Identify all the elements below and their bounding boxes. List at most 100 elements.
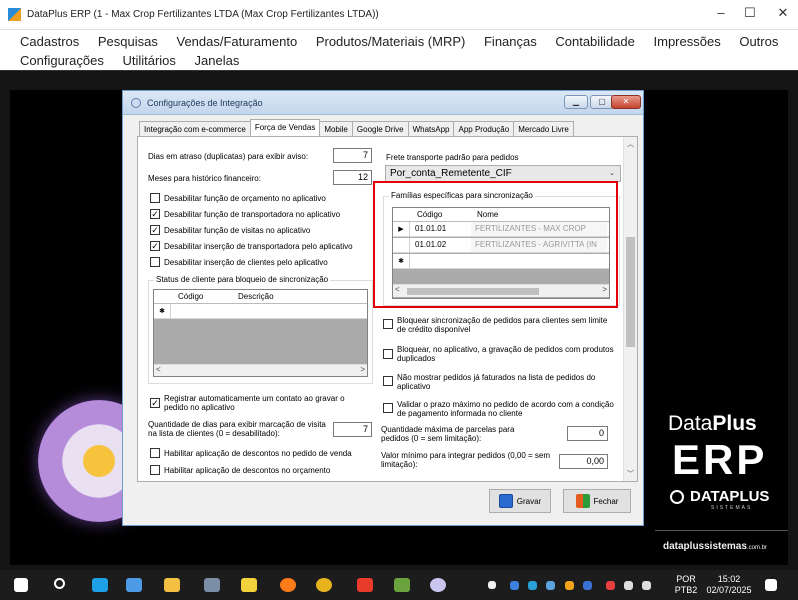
- chk-validar-prazo-label: Validar o prazo máximo no pedido de acor…: [397, 400, 614, 418]
- dialog-minimize-button[interactable]: ▁: [564, 95, 588, 109]
- volume-icon[interactable]: [642, 581, 651, 590]
- tab-ecommerce[interactable]: Integração com e-commerce: [139, 121, 251, 136]
- chk-nao-mostrar-faturados[interactable]: [383, 376, 393, 386]
- tab-forca-de-vendas[interactable]: Força de Vendas: [249, 119, 321, 136]
- highlight-box: [373, 181, 618, 308]
- search-icon[interactable]: [54, 578, 65, 589]
- close-button[interactable]: ✕: [768, 5, 798, 21]
- main-menu: Cadastros Pesquisas Vendas/Faturamento P…: [0, 30, 798, 70]
- chk-desabilitar-insercao-clientes-label: Desabilitar inserção de clientes pelo ap…: [164, 258, 328, 267]
- menu-financas[interactable]: Finanças: [484, 34, 537, 49]
- status-grid-hscroll[interactable]: < >: [154, 364, 367, 376]
- menu-contabilidade[interactable]: Contabilidade: [555, 34, 635, 49]
- status-grid-header: Código Descrição: [154, 290, 367, 304]
- status-cliente-group: Status de cliente para bloqueio de sincr…: [148, 275, 373, 384]
- chk-desabilitar-insercao-transportadora[interactable]: ✓: [150, 241, 160, 251]
- integration-settings-dialog: Configurações de Integração ▁ ▢ ✕ Integr…: [122, 90, 644, 526]
- dias-atraso-label: Dias em atraso (duplicatas) para exibir …: [148, 152, 309, 161]
- chk-bloquear-sem-credito[interactable]: [383, 319, 393, 329]
- edge-browser-icon[interactable]: [92, 578, 108, 592]
- meses-historico-input[interactable]: 12: [333, 170, 372, 185]
- floppy-disk-icon: [498, 494, 513, 508]
- maximize-button[interactable]: ☐: [735, 5, 765, 21]
- brand-company-sub: SISTEMAS: [711, 505, 753, 511]
- network-app-icon[interactable]: [204, 578, 220, 592]
- dialog-titlebar: Configurações de Integração ▁ ▢ ✕: [123, 91, 643, 115]
- app-titlebar: DataPlus ERP (1 - Max Crop Fertilizantes…: [0, 0, 798, 30]
- chk-desabilitar-insercao-clientes[interactable]: [150, 257, 160, 267]
- chk-desconto-orcamento[interactable]: [150, 465, 160, 475]
- close-dialog-button[interactable]: Fechar: [563, 489, 631, 513]
- chk-desabilitar-transportadora[interactable]: ✓: [150, 209, 160, 219]
- chk-bloquear-duplicados[interactable]: [383, 349, 393, 359]
- clock[interactable]: 15:02 02/07/2025: [705, 574, 753, 596]
- chk-registrar-contato-label: Registrar automaticamente um contato ao …: [164, 394, 345, 412]
- chk-desabilitar-transportadora-label: Desabilitar função de transportadora no …: [164, 210, 341, 219]
- qtd-dias-visita-input[interactable]: 7: [333, 422, 372, 437]
- status-header-descricao: Descrição: [238, 292, 274, 301]
- menu-vendas-faturamento[interactable]: Vendas/Faturamento: [176, 34, 297, 49]
- menu-impressoes[interactable]: Impressões: [654, 34, 721, 49]
- brand-company: DATAPLUS: [670, 488, 769, 505]
- input-language[interactable]: POR PTB2: [673, 574, 699, 596]
- tab-whatsapp[interactable]: WhatsApp: [407, 121, 455, 136]
- tab-mercado-livre[interactable]: Mercado Livre: [513, 121, 574, 136]
- status-cliente-group-title: Status de cliente para bloqueio de sincr…: [154, 275, 331, 284]
- chk-desabilitar-visitas-label: Desabilitar função de visitas no aplicat…: [164, 226, 311, 235]
- tab-app-producao[interactable]: App Produção: [453, 121, 515, 136]
- tray-icon[interactable]: [565, 581, 574, 590]
- app2-taskbar-icon[interactable]: [394, 578, 410, 592]
- notification-icon[interactable]: [765, 579, 777, 591]
- file-explorer-icon[interactable]: [164, 578, 180, 592]
- chk-validar-prazo[interactable]: [383, 403, 393, 413]
- tray-icon[interactable]: [488, 581, 496, 589]
- chk-desabilitar-visitas[interactable]: ✓: [150, 225, 160, 235]
- chrome-icon[interactable]: [316, 578, 332, 592]
- chk-desabilitar-orcamento[interactable]: [150, 193, 160, 203]
- chk-desabilitar-insercao-transportadora-label: Desabilitar inserção de transportadora p…: [164, 242, 353, 251]
- tray-icon[interactable]: [606, 581, 615, 590]
- chk-desconto-pedido[interactable]: [150, 448, 160, 458]
- tab-bar: Integração com e-commerce Força de Venda…: [139, 119, 574, 137]
- menu-outros[interactable]: Outros: [739, 34, 778, 49]
- app3-taskbar-icon[interactable]: [430, 578, 446, 592]
- tray-icon[interactable]: [546, 581, 555, 590]
- chk-desconto-pedido-label: Habilitar aplicação de descontos no pedi…: [164, 449, 352, 458]
- firefox-icon[interactable]: [280, 578, 296, 592]
- minimize-button[interactable]: –: [706, 5, 736, 20]
- tab-mobile[interactable]: Mobile: [319, 121, 353, 136]
- status-cliente-grid[interactable]: Código Descrição ✱ < >: [153, 289, 368, 377]
- valor-minimo-input[interactable]: 0,00: [559, 454, 608, 469]
- tray-icon[interactable]: [510, 581, 519, 590]
- status-grid-new-row[interactable]: ✱: [154, 304, 367, 319]
- dataplus-taskbar-icon[interactable]: [126, 578, 142, 592]
- menu-janelas[interactable]: Janelas: [195, 53, 240, 68]
- meses-historico-label: Meses para histórico financeiro:: [148, 174, 261, 183]
- menu-produtos-materiais[interactable]: Produtos/Materiais (MRP): [316, 34, 466, 49]
- tray-icon[interactable]: [528, 581, 537, 590]
- menu-configuracoes[interactable]: Configurações: [20, 53, 104, 68]
- menu-pesquisas[interactable]: Pesquisas: [98, 34, 158, 49]
- chk-registrar-contato[interactable]: ✓: [150, 398, 160, 408]
- valor-minimo-label: Valor mínimo para integrar pedidos (0,00…: [381, 451, 551, 469]
- menu-utilitarios[interactable]: Utilitários: [122, 53, 175, 68]
- settings-icon: [131, 97, 141, 108]
- anydesk-icon[interactable]: [357, 578, 373, 592]
- dataplus-mark-icon: [670, 489, 684, 504]
- network-icon[interactable]: [624, 581, 633, 590]
- new-row-indicator: ✱: [154, 304, 171, 318]
- menu-cadastros[interactable]: Cadastros: [20, 34, 79, 49]
- tray-icon[interactable]: [583, 581, 592, 590]
- save-button[interactable]: Gravar: [489, 489, 551, 513]
- qtd-parcelas-input[interactable]: 0: [567, 426, 608, 441]
- app-taskbar-icon[interactable]: [241, 578, 257, 592]
- dialog-title: Configurações de Integração: [147, 97, 263, 108]
- chk-desconto-orcamento-label: Habilitar aplicação de descontos no orça…: [164, 466, 331, 475]
- taskbar: POR PTB2 15:02 02/07/2025: [0, 570, 798, 600]
- frete-select[interactable]: Por_conta_Remetente_CIF ⌄: [385, 165, 621, 182]
- panel-vscroll[interactable]: ︿ ﹀: [623, 137, 637, 481]
- tab-google-drive[interactable]: Google Drive: [351, 121, 409, 136]
- windows-start-icon[interactable]: [14, 578, 28, 592]
- dialog-close-button[interactable]: ✕: [611, 95, 641, 109]
- dias-atraso-input[interactable]: 7: [333, 148, 372, 163]
